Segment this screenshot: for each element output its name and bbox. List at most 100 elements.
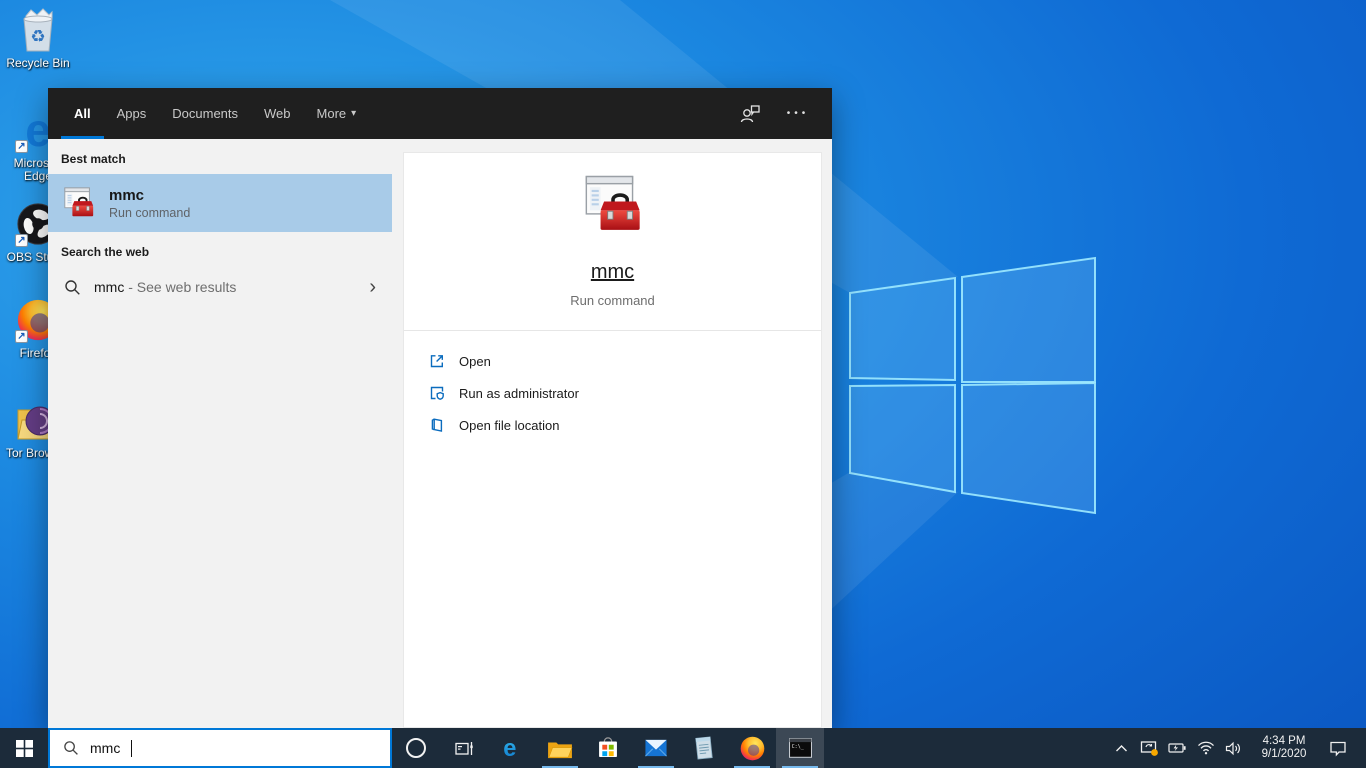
- best-match-heading: Best match: [61, 152, 126, 166]
- mmc-icon: [64, 187, 94, 217]
- chevron-up-icon: [1116, 744, 1127, 751]
- desktop: ♻ Recycle Bin e ↗ Microsoft Edge ↗ OBS S…: [0, 0, 1366, 768]
- preview-subtitle: Run command: [570, 293, 655, 308]
- search-filter-bar: All Apps Documents Web More ▾ •••: [48, 88, 832, 139]
- divider: [404, 330, 821, 331]
- desktop-icon-recycle-bin[interactable]: ♻ Recycle Bin: [0, 6, 76, 70]
- preview-pane: mmc Run command Open Run as administrato…: [403, 152, 822, 728]
- battery-charging-icon: [1168, 743, 1186, 753]
- result-title: mmc: [109, 186, 145, 204]
- feedback-button[interactable]: [738, 102, 762, 126]
- volume-icon: [1225, 741, 1240, 755]
- chevron-right-icon: ›: [369, 276, 376, 298]
- clock-time: 4:34 PM: [1262, 734, 1306, 747]
- result-subtitle: Run command: [109, 205, 191, 220]
- svg-text:C:\_: C:\_: [791, 744, 804, 750]
- notepad-icon: [695, 736, 713, 760]
- web-query: mmc: [94, 279, 125, 295]
- taskbar-app-command-prompt[interactable]: C:\_: [776, 728, 824, 768]
- search-results-area: Best match mmc Run command Search the we…: [48, 139, 832, 728]
- tray-battery-icon[interactable]: [1165, 728, 1190, 768]
- svg-text:e: e: [503, 736, 516, 762]
- tray-wifi-icon[interactable]: [1193, 728, 1218, 768]
- task-view-icon: [454, 741, 473, 755]
- action-open-button[interactable]: Open: [404, 345, 821, 377]
- search-filter-tabs: All Apps Documents Web More ▾: [61, 88, 738, 139]
- edge-icon: e: [503, 736, 516, 762]
- tab-more[interactable]: More ▾: [304, 88, 370, 139]
- display-icon: [1140, 740, 1158, 756]
- action-open-file-location-button[interactable]: Open file location: [404, 409, 821, 441]
- shortcut-arrow-icon: ↗: [15, 234, 28, 247]
- windows-logo-icon: [15, 739, 33, 757]
- tab-apps[interactable]: Apps: [104, 88, 160, 139]
- search-icon: [64, 741, 78, 755]
- file-location-icon: [431, 418, 443, 432]
- file-explorer-icon: [548, 742, 573, 759]
- mail-icon: [645, 739, 667, 757]
- tray-expand-button[interactable]: [1109, 728, 1134, 768]
- search-web-heading: Search the web: [61, 245, 150, 259]
- tab-all[interactable]: All: [61, 88, 104, 139]
- tab-label: More: [316, 106, 347, 121]
- cortana-icon: [406, 738, 426, 758]
- system-tray: 4:34 PM 9/1/2020: [1109, 728, 1366, 768]
- microsoft-store-icon: [599, 737, 617, 757]
- svg-text:♻: ♻: [30, 27, 45, 46]
- text-cursor: [131, 739, 133, 757]
- cortana-button[interactable]: [392, 728, 440, 768]
- command-prompt-icon: C:\_: [788, 738, 812, 758]
- clock-date: 9/1/2020: [1261, 748, 1307, 760]
- start-button[interactable]: [0, 728, 48, 768]
- shortcut-arrow-icon: ↗: [15, 330, 28, 343]
- taskbar-clock[interactable]: 4:34 PM 9/1/2020: [1253, 735, 1315, 762]
- taskbar-empty-area: [824, 728, 1109, 768]
- action-label: Open: [459, 353, 491, 369]
- taskbar: mmc e C:\_ 4:34 PM 9/1/2020: [0, 728, 1366, 768]
- taskbar-app-microsoft-edge[interactable]: e: [488, 728, 536, 768]
- taskbar-search-input[interactable]: mmc: [48, 728, 392, 768]
- tab-documents[interactable]: Documents: [159, 88, 251, 139]
- web-search-result[interactable]: mmc - See web results ›: [48, 266, 392, 308]
- taskbar-app-file-explorer[interactable]: [536, 728, 584, 768]
- action-run-as-administrator-button[interactable]: Run as administrator: [404, 377, 821, 409]
- action-label: Run as administrator: [459, 385, 579, 401]
- tab-label: Documents: [172, 106, 239, 121]
- tab-label: Web: [264, 106, 291, 121]
- search-header-actions: •••: [738, 88, 810, 139]
- action-center-button[interactable]: [1322, 728, 1354, 768]
- taskbar-app-firefox[interactable]: [728, 728, 776, 768]
- shortcut-arrow-icon: ↗: [15, 140, 28, 153]
- tray-volume-icon[interactable]: [1221, 728, 1246, 768]
- firefox-icon: [740, 736, 764, 760]
- web-suffix: - See web results: [128, 279, 237, 295]
- more-options-button[interactable]: •••: [786, 102, 810, 126]
- search-input-value: mmc: [90, 740, 121, 756]
- web-result-text: mmc - See web results: [94, 279, 236, 295]
- tab-label: Apps: [116, 106, 147, 121]
- task-view-button[interactable]: [440, 728, 488, 768]
- best-match-result[interactable]: mmc Run command: [48, 174, 392, 232]
- taskbar-app-mail[interactable]: [632, 728, 680, 768]
- desktop-icon-label: Recycle Bin: [6, 56, 70, 70]
- tab-label: All: [74, 106, 91, 121]
- action-center-icon: [1330, 741, 1346, 756]
- tab-web[interactable]: Web: [251, 88, 304, 139]
- taskbar-app-notepad[interactable]: [680, 728, 728, 768]
- results-column: Best match mmc Run command Search the we…: [48, 139, 392, 728]
- mmc-icon-large: [585, 175, 640, 230]
- preview-title[interactable]: mmc: [591, 261, 634, 284]
- action-label: Open file location: [459, 417, 560, 433]
- chevron-down-icon: ▾: [351, 108, 357, 119]
- admin-shield-icon: [430, 386, 444, 400]
- ellipsis-icon: •••: [786, 108, 810, 119]
- wifi-icon: [1197, 741, 1214, 755]
- open-icon: [430, 355, 443, 368]
- result-text: mmc Run command: [109, 187, 190, 220]
- search-icon: [65, 279, 80, 295]
- tray-display-notification-icon[interactable]: [1137, 728, 1162, 768]
- recycle-bin-icon: ♻: [14, 6, 62, 54]
- action-list: Open Run as administrator Open file loca…: [404, 345, 821, 441]
- search-panel: All Apps Documents Web More ▾ ••• Best m…: [48, 88, 832, 728]
- taskbar-app-microsoft-store[interactable]: [584, 728, 632, 768]
